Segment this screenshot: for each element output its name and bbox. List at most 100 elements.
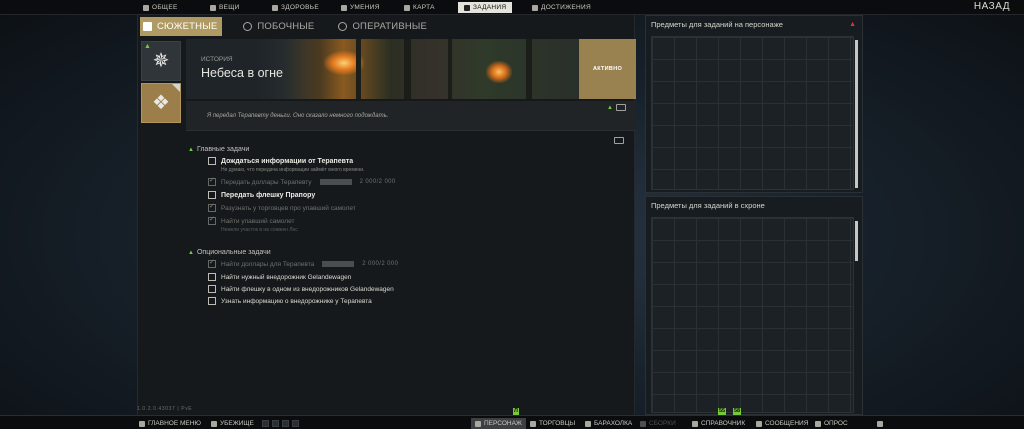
objective-item[interactable]: Передать доллары Терапевту2 000/2 000 (208, 176, 396, 186)
checkbox-unchecked[interactable] (208, 297, 216, 305)
checkbox-unchecked[interactable] (208, 273, 216, 281)
quest-banner: История Небеса в огне (186, 39, 579, 99)
quest-category-label: История (201, 56, 233, 63)
checkbox-unchecked[interactable] (208, 191, 216, 199)
progress-bar (319, 179, 352, 185)
flea-market-button[interactable]: БАРАХОЛКА (585, 418, 632, 429)
builds-icon (640, 420, 646, 427)
messages-icon (756, 420, 762, 427)
character-button[interactable]: ПЕРСОНАЖ (471, 418, 526, 429)
side-quest-icon (243, 22, 253, 31)
menu-icon (139, 420, 145, 427)
progress-text: 2 000/2 000 (362, 261, 399, 267)
quest-description: Я передал Терапевту деньги. Оно сказало … (207, 113, 389, 119)
scrollbar[interactable] (855, 221, 858, 261)
tree-trunk (356, 39, 361, 99)
builds-button[interactable]: СБОРКИ (640, 418, 676, 429)
settings-button[interactable] (877, 418, 883, 429)
objectives-icons (614, 137, 624, 144)
character-icon (475, 420, 481, 427)
tasks-icon (464, 4, 470, 11)
quest-description-box: ▲ Я передал Терапевту деньги. Оно сказал… (186, 101, 636, 131)
checkbox-checked[interactable] (208, 202, 216, 212)
tab-general[interactable]: ОБЩЕЕ (143, 2, 178, 13)
objective-item[interactable]: Найти флешку в одном из внедорожников Ge… (208, 285, 394, 293)
tab-health[interactable]: ЗДОРОВЬЕ (272, 2, 319, 13)
stash-quest-items-panel: Предметы для заданий в схроне (645, 196, 863, 415)
tab-tasks[interactable]: ЗАДАНИЯ (458, 2, 513, 13)
tab-story[interactable]: СЮЖЕТНЫЕ (140, 17, 223, 36)
objective-item[interactable]: Разузнать у торговцев про упавший самоле… (208, 202, 356, 212)
tree-trunk (448, 39, 452, 99)
operational-icon (338, 22, 348, 31)
slot-icon[interactable] (272, 420, 279, 427)
objective-item[interactable]: Дождаться информации от Терапевта (208, 157, 353, 165)
progress-text: 2 000/2 000 (359, 179, 396, 185)
objective-item[interactable]: Найти упавший самолет (208, 215, 294, 225)
tab-skills[interactable]: УМЕНИЯ (341, 2, 380, 13)
back-button[interactable]: НАЗАД (974, 1, 1010, 12)
messages-button[interactable]: СООБЩЕНИЯ (756, 418, 808, 429)
info-icon (143, 4, 149, 11)
character-quest-items-panel: Предметы для заданий на персонаже ▲ (645, 15, 863, 193)
traders-button[interactable]: ТОРГОВЦЫ (530, 418, 575, 429)
green-marker-icon: ▲ (188, 146, 194, 153)
objective-item[interactable]: Найти нужный внедорожник Gelandewagen (208, 273, 351, 281)
tree-trunk (404, 39, 411, 99)
top-nav: ОБЩЕЕ ВЕЩИ ЗДОРОВЬЕ УМЕНИЯ КАРТА ЗАДАНИЯ… (0, 0, 1024, 15)
objective-item[interactable]: Передать флешку Прапору (208, 191, 315, 199)
tab-map[interactable]: КАРТА (404, 2, 435, 13)
tab-side-quests[interactable]: ПОБОЧНЫЕ (240, 17, 317, 36)
heart-icon (272, 4, 278, 11)
handbook-button[interactable]: СПРАВОЧНИК (692, 418, 745, 429)
tab-operational[interactable]: ОПЕРАТИВНЫЕ (335, 17, 430, 36)
handbook-badge-a: 55 (718, 408, 727, 415)
version-text: 1.0.2.0.43037 | PvE (137, 406, 193, 412)
map-pin-icon (404, 4, 410, 11)
checkbox-checked[interactable] (208, 215, 216, 225)
scrollbar[interactable] (855, 40, 858, 188)
tab-items[interactable]: ВЕЩИ (210, 2, 240, 13)
slot-icon[interactable] (292, 420, 299, 427)
traders-icon (530, 420, 536, 427)
flea-market-icon (585, 420, 591, 427)
inspect-icon[interactable] (616, 104, 626, 111)
achievements-icon (532, 4, 538, 11)
category-tabs: СЮЖЕТНЫЕ ПОБОЧНЫЕ ОПЕРАТИВНЫЕ (140, 17, 430, 36)
checkbox-unchecked[interactable] (208, 157, 216, 165)
therapist-emblem-icon: ❖ (152, 92, 170, 114)
new-task-marker-icon: ▲ (144, 43, 151, 50)
main-menu-button[interactable]: ГЛАВНОЕ МЕНЮ (139, 418, 201, 429)
quest-title: Небеса в огне (201, 66, 283, 80)
trader-icon-therapist[interactable]: ❖ (141, 83, 181, 123)
handbook-icon (692, 420, 698, 427)
hideout-button[interactable]: УБЕЖИЩЕ (211, 418, 254, 429)
survey-button[interactable]: ОПРОС (815, 418, 848, 429)
slot-icon[interactable] (282, 420, 289, 427)
gear-icon (877, 420, 883, 427)
trader-icon-prapor[interactable]: ▲ ✵ (141, 41, 181, 81)
skills-icon (341, 4, 347, 11)
objective-item[interactable]: Узнать информацию о внедорожнике у Терап… (208, 297, 372, 305)
fire-image-2 (486, 61, 512, 83)
tree-trunk (526, 39, 532, 99)
checkbox-unchecked[interactable] (208, 285, 216, 293)
red-marker-icon: ▲ (849, 21, 856, 28)
objective-note: Не думаю, что передача информации займёт… (221, 167, 365, 173)
quest-panel: СЮЖЕТНЫЕ ПОБОЧНЫЕ ОПЕРАТИВНЫЕ ▲ ✵ ❖ Исто… (137, 15, 636, 415)
star-emblem-icon: ✵ (152, 50, 170, 72)
bottom-nav: ГЛАВНОЕ МЕНЮ УБЕЖИЩЕ ПЕРСОНАЖ ТОРГОВЦЫ Б… (0, 415, 1024, 429)
tab-achievements[interactable]: ДОСТИЖЕНИЯ (532, 2, 591, 13)
checkbox-checked[interactable] (208, 176, 216, 186)
main-objectives-header: ▲ Главные задачи (188, 146, 250, 153)
trader-list: ▲ ✵ ❖ (141, 41, 181, 125)
objective-note: Нежели участок в на сожжен Лес (221, 227, 298, 233)
green-marker-icon: ▲ (188, 249, 194, 256)
item-grid[interactable] (651, 36, 854, 190)
objective-item[interactable]: Найти доллары для Терапевта2 000/2 000 (208, 258, 399, 268)
profile-icon[interactable] (262, 420, 269, 427)
inspect-icon[interactable] (614, 137, 624, 144)
checkbox-checked[interactable] (208, 258, 216, 268)
item-grid[interactable] (651, 217, 854, 413)
progress-bar (322, 261, 355, 267)
